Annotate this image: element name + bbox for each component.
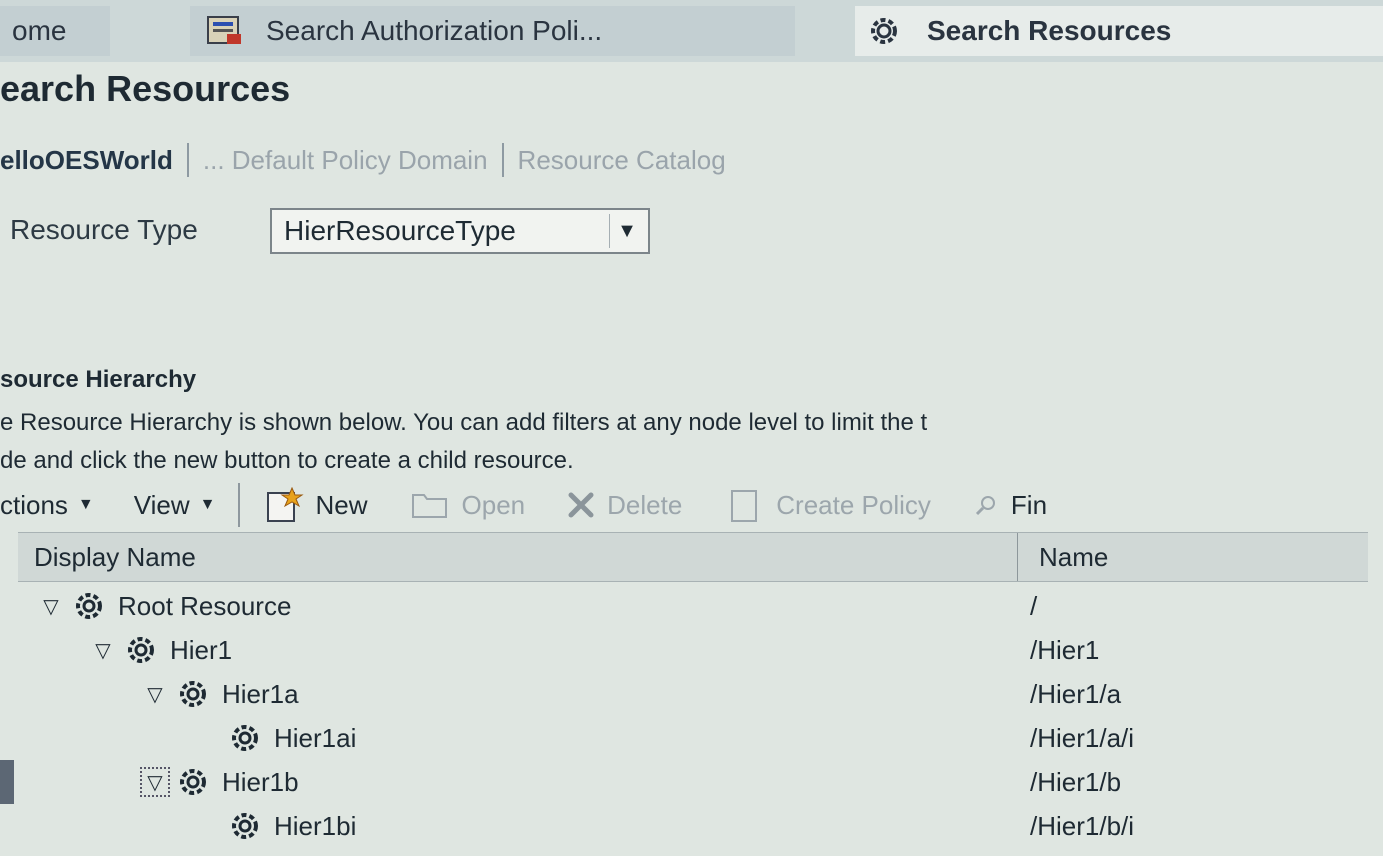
column-header-name[interactable]: Name xyxy=(1019,533,1368,581)
table-row-selected[interactable]: ▽ Hier1b /Hier1/b xyxy=(0,760,1368,804)
view-menu-label: View xyxy=(133,489,190,520)
resource-hierarchy-title: source Hierarchy xyxy=(0,366,197,393)
page-title: earch Resources xyxy=(0,68,291,109)
policy-search-icon xyxy=(204,13,246,49)
resource-type-label: Resource Type xyxy=(10,214,198,245)
new-button[interactable]: New xyxy=(262,486,368,524)
tab-home[interactable]: ome xyxy=(0,6,110,56)
hierarchy-toolbar: ctions ▼ View ▼ New Open Delete Create P… xyxy=(0,480,1383,530)
open-button-label: Open xyxy=(461,489,526,520)
delete-button[interactable]: Delete xyxy=(565,486,682,524)
table-header: Display Name Name xyxy=(18,532,1368,582)
tab-home-label: ome xyxy=(12,15,67,46)
row-display-name: Hier1ai xyxy=(274,722,357,753)
tab-search-resources-label: Search Resources xyxy=(927,15,1172,46)
row-display-name: Hier1bi xyxy=(274,810,357,841)
row-selection-indicator xyxy=(0,760,14,804)
row-name: /Hier1/b xyxy=(1030,766,1122,797)
create-policy-button-label: Create Policy xyxy=(776,489,931,520)
expand-toggle-icon[interactable]: ▽ xyxy=(90,637,116,663)
expand-toggle-icon[interactable]: ▽ xyxy=(140,767,170,797)
resource-hierarchy-description: e Resource Hierarchy is shown below. You… xyxy=(0,404,1383,480)
row-display-name: Root Resource xyxy=(118,590,292,621)
breadcrumb-separator xyxy=(501,143,504,177)
tab-search-authorization-policies-label: Search Authorization Poli... xyxy=(266,15,603,46)
resource-type-value: HierResourceType xyxy=(284,215,516,246)
find-button-label: Fin xyxy=(1010,489,1048,520)
caret-down-icon: ▼ xyxy=(199,496,216,513)
delete-button-label: Delete xyxy=(607,489,683,520)
chevron-down-icon[interactable]: ▼ xyxy=(609,214,644,248)
breadcrumb-item-resource-catalog: Resource Catalog xyxy=(517,144,726,175)
new-icon xyxy=(262,486,306,524)
expand-toggle-icon[interactable]: ▽ xyxy=(142,681,168,707)
breadcrumb-item-application[interactable]: elloOESWorld xyxy=(0,145,173,176)
tab-search-authorization-policies[interactable]: Search Authorization Poli... xyxy=(190,6,795,56)
breadcrumb-separator xyxy=(186,143,189,177)
tab-search-resources[interactable]: Search Resources xyxy=(855,6,1383,56)
resource-type-select[interactable]: HierResourceType ▼ xyxy=(270,208,650,254)
actions-menu-label: ctions xyxy=(0,489,68,520)
gear-icon xyxy=(176,677,210,711)
row-name: / xyxy=(1030,590,1038,621)
description-line-2: de and click the new button to create a … xyxy=(0,447,574,474)
table-row[interactable]: Hier1ai /Hier1/a/i xyxy=(18,716,1368,760)
caret-down-icon: ▼ xyxy=(77,496,94,513)
description-line-1: e Resource Hierarchy is shown below. You… xyxy=(0,409,928,436)
create-policy-button[interactable]: Create Policy xyxy=(722,486,931,524)
row-name: /Hier1/a xyxy=(1030,678,1122,709)
gear-icon xyxy=(124,633,158,667)
delete-icon xyxy=(565,486,597,524)
row-name: /Hier1 xyxy=(1030,634,1100,665)
gear-icon xyxy=(176,765,210,799)
column-header-display-name[interactable]: Display Name xyxy=(18,533,1018,581)
actions-menu[interactable]: ctions ▼ xyxy=(0,490,94,521)
gear-icon xyxy=(863,13,905,49)
open-button[interactable]: Open xyxy=(408,486,526,524)
tab-bar: ome Search Authorization Poli... Search … xyxy=(0,0,1383,62)
row-display-name: Hier1 xyxy=(170,634,233,665)
row-display-name: Hier1b xyxy=(222,766,299,797)
table-row[interactable]: Hier1bi /Hier1/b/i xyxy=(18,804,1368,848)
find-icon xyxy=(971,486,1001,524)
folder-open-icon xyxy=(408,486,452,524)
new-button-label: New xyxy=(315,489,368,520)
resource-tree-table: Display Name Name ▽ Root Resource / ▽ Hi… xyxy=(0,532,1368,856)
gear-icon xyxy=(228,721,262,755)
breadcrumb: elloOESWorld ... Default Policy Domain R… xyxy=(0,140,726,180)
gear-icon xyxy=(228,809,262,843)
view-menu[interactable]: View ▼ xyxy=(134,490,216,521)
row-name: /Hier1/b/i xyxy=(1030,810,1135,841)
table-row[interactable]: ▽ Hier1a /Hier1/a xyxy=(18,672,1368,716)
row-display-name: Hier1a xyxy=(222,678,299,709)
table-row[interactable]: ▽ Hier1 /Hier1 xyxy=(18,628,1368,672)
table-row[interactable]: ▽ Root Resource / xyxy=(18,584,1368,628)
create-policy-icon xyxy=(722,486,766,524)
toolbar-separator xyxy=(237,483,240,527)
row-name: /Hier1/a/i xyxy=(1030,722,1135,753)
expand-toggle-icon[interactable]: ▽ xyxy=(38,593,64,619)
breadcrumb-item-policy-domain[interactable]: ... Default Policy Domain xyxy=(203,145,488,176)
gear-icon xyxy=(72,589,106,623)
find-button[interactable]: Fin xyxy=(971,486,1047,524)
